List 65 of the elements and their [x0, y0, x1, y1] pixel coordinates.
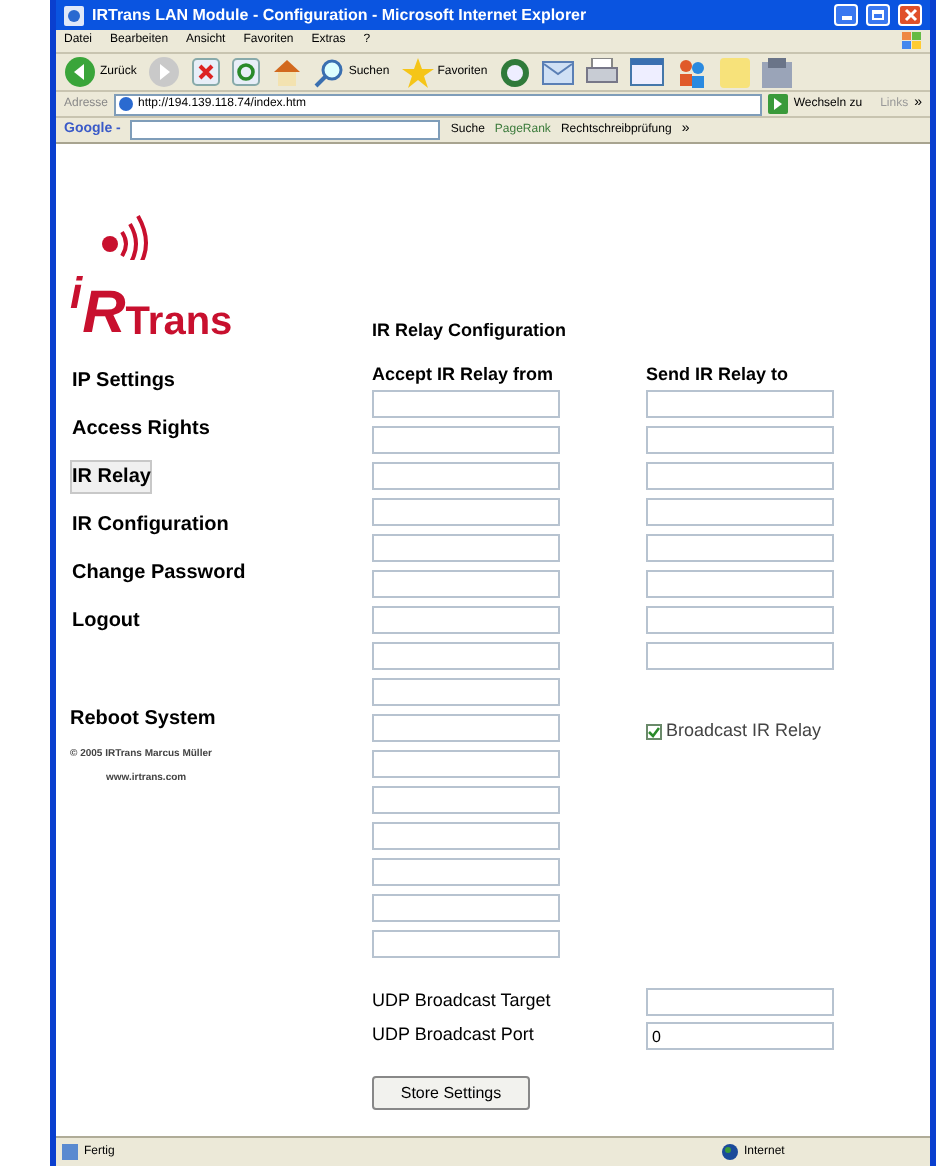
- search-icon[interactable]: [314, 57, 345, 87]
- text-field[interactable]: [646, 534, 834, 562]
- toolbox-icon[interactable]: [761, 57, 792, 87]
- text-field[interactable]: [372, 714, 560, 742]
- column-heading: Send IR Relay to: [646, 366, 791, 382]
- text-field[interactable]: [372, 534, 560, 562]
- text-field[interactable]: [646, 390, 834, 418]
- minimize-button[interactable]: [834, 4, 858, 26]
- text-field[interactable]: [372, 930, 560, 958]
- star-icon[interactable]: [401, 57, 434, 87]
- text-field[interactable]: [372, 498, 560, 526]
- text-field[interactable]: [646, 642, 834, 670]
- section-heading: IR Relay Configuration: [372, 318, 569, 344]
- nav-link[interactable]: Reboot System: [70, 703, 216, 733]
- nav-link[interactable]: IR Configuration: [70, 507, 231, 541]
- close-button[interactable]: [898, 4, 922, 26]
- text-field[interactable]: [646, 462, 834, 490]
- browser-icon: [64, 5, 84, 25]
- refresh-icon[interactable]: [232, 58, 261, 86]
- text-field[interactable]: [372, 786, 560, 814]
- text-field[interactable]: 0: [646, 1022, 834, 1050]
- nav-link[interactable]: Access Rights: [70, 411, 212, 445]
- nav-link[interactable]: IP Settings: [70, 363, 177, 397]
- close-icon: [903, 8, 917, 22]
- text-field[interactable]: [646, 570, 834, 598]
- field-label: UDP Broadcast Port: [372, 1022, 536, 1049]
- maximize-button[interactable]: [866, 4, 890, 26]
- window-icon[interactable]: [629, 58, 664, 86]
- windows-logo-icon: [902, 32, 922, 50]
- page-icon: [118, 96, 135, 112]
- clock-icon[interactable]: [499, 57, 530, 87]
- page-icon: [62, 1144, 78, 1160]
- checkbox-label: Broadcast IR Relay: [666, 718, 822, 744]
- text-field[interactable]: [372, 606, 560, 634]
- globe-icon: [722, 1144, 738, 1160]
- nav-link[interactable]: IR Relay: [70, 459, 153, 493]
- field-label: UDP Broadcast Target: [372, 988, 553, 1015]
- people-icon[interactable]: [675, 57, 708, 87]
- home-icon[interactable]: [272, 58, 303, 86]
- checkbox[interactable]: [646, 723, 662, 740]
- text-field[interactable]: [372, 642, 560, 670]
- text-field[interactable]: [372, 822, 560, 850]
- nav-link[interactable]: Change Password: [70, 555, 248, 589]
- text-field[interactable]: [372, 750, 560, 778]
- mail-icon[interactable]: [541, 58, 574, 86]
- text-field[interactable]: [372, 426, 560, 454]
- note-icon[interactable]: [719, 57, 750, 87]
- text-field[interactable]: [646, 498, 834, 526]
- text-field[interactable]: [372, 678, 560, 706]
- text-field[interactable]: [372, 390, 560, 418]
- text-field[interactable]: [372, 894, 560, 922]
- text-field[interactable]: [646, 426, 834, 454]
- text-field[interactable]: [646, 606, 834, 634]
- stop-icon[interactable]: [192, 58, 221, 86]
- column-heading: Accept IR Relay from: [372, 366, 556, 382]
- nav-link[interactable]: Logout: [70, 603, 142, 637]
- text-field[interactable]: [372, 858, 560, 886]
- text-field[interactable]: [646, 988, 834, 1016]
- text-field[interactable]: [372, 570, 560, 598]
- store-settings-button[interactable]: Store Settings: [372, 1076, 530, 1110]
- go-arrow-icon[interactable]: [767, 94, 788, 114]
- text-field[interactable]: [372, 462, 560, 490]
- printer-icon[interactable]: [585, 58, 618, 86]
- window-title: IRTrans LAN Module - Configuration - Microsoft Internet Explorer: [92, 3, 587, 27]
- google-search-field[interactable]: [130, 120, 441, 140]
